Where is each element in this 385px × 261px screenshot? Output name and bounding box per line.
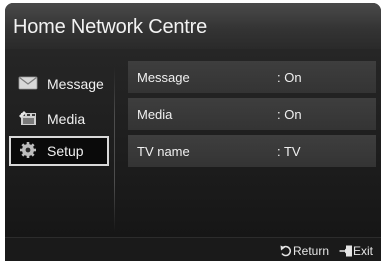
setting-label: Message <box>137 70 190 85</box>
setting-row-media[interactable]: Media : On <box>128 98 376 130</box>
sidebar-item-label: Message <box>47 76 104 92</box>
sidebar-item-setup[interactable]: Setup <box>9 136 109 166</box>
gear-icon <box>20 142 36 158</box>
sidebar-item-label: Media <box>47 111 86 127</box>
home-network-centre-screen: Home Network Centre Message Media Setup … <box>5 3 381 261</box>
setting-value: : On <box>277 70 302 85</box>
return-arrow-icon <box>280 245 292 257</box>
envelope-icon <box>18 76 38 90</box>
sidebar-item-message[interactable]: Message <box>9 69 109 99</box>
exit-label: Exit <box>353 244 374 258</box>
page-title: Home Network Centre <box>13 16 208 38</box>
return-button[interactable]: Return <box>279 244 335 258</box>
sidebar-item-media[interactable]: Media <box>9 104 109 134</box>
setting-value: : TV <box>277 144 301 159</box>
film-icon <box>19 111 36 125</box>
sidebar-item-label: Setup <box>47 143 84 159</box>
exit-icon <box>339 245 352 257</box>
setting-label: Media <box>137 107 173 122</box>
setting-row-message[interactable]: Message : On <box>128 61 376 93</box>
footer-bar: Return Exit <box>5 237 381 261</box>
return-label: Return <box>293 244 330 258</box>
exit-button[interactable]: Exit <box>339 244 379 258</box>
setting-row-tv-name[interactable]: TV name : TV <box>128 135 376 167</box>
setting-label: TV name <box>137 144 190 159</box>
setting-value: : On <box>277 107 302 122</box>
title-bar: Home Network Centre <box>5 3 381 49</box>
sidebar: Message Media Setup <box>5 63 121 241</box>
